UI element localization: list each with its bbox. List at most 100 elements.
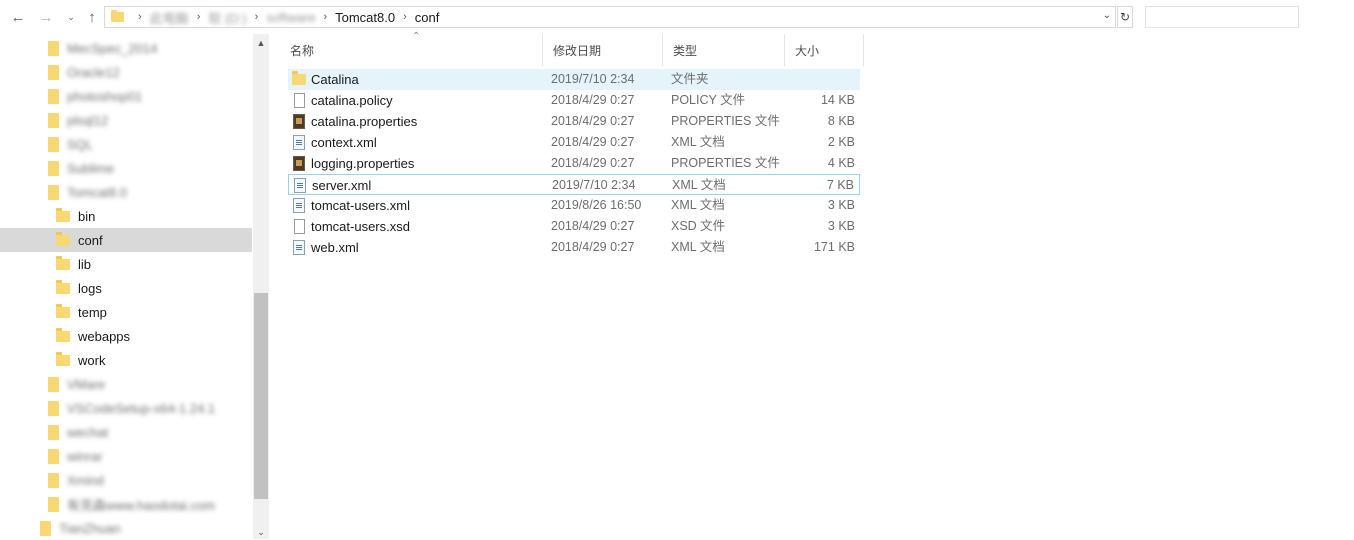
nav-item[interactable]: VMare bbox=[0, 372, 252, 396]
back-button[interactable]: ← bbox=[8, 7, 28, 27]
forward-button[interactable]: → bbox=[36, 7, 56, 27]
file-row[interactable]: tomcat-users.xsd 2018/4/29 0:27 XSD 文件 3 KB bbox=[288, 216, 860, 237]
file-type: XML 文档 bbox=[672, 178, 726, 192]
nav-item-label: Oracle12 bbox=[67, 64, 120, 80]
nav-item-label: bin bbox=[78, 208, 96, 224]
nav-item[interactable]: plsql12 bbox=[0, 108, 252, 132]
chevron-right-icon[interactable]: › bbox=[403, 11, 407, 23]
nav-scrollbar-thumb[interactable] bbox=[254, 293, 268, 499]
breadcrumb-item[interactable]: conf bbox=[415, 10, 440, 25]
sort-ascending-icon: ⌃ bbox=[412, 31, 421, 42]
column-header-name[interactable]: 名称 ⌃ bbox=[280, 31, 542, 66]
folder-icon bbox=[48, 376, 59, 392]
breadcrumb-item[interactable]: 软 (D:) bbox=[208, 8, 246, 27]
file-size: 7 KB bbox=[826, 178, 854, 192]
file-row[interactable]: logging.properties 2018/4/29 0:27 PROPERTI… bbox=[288, 153, 860, 174]
nav-item[interactable]: bin bbox=[0, 204, 252, 228]
file-row[interactable]: catalina.properties 2018/4/29 0:27 PROPERT… bbox=[288, 111, 860, 132]
up-button[interactable]: ↑ bbox=[82, 7, 102, 27]
nav-item[interactable]: work bbox=[0, 348, 252, 372]
file-row[interactable]: catalina.policy 2018/4/29 0:27 POLICY 文件 14… bbox=[288, 90, 860, 111]
nav-item-label: MecSpec_2014 bbox=[67, 40, 158, 56]
chevron-right-icon[interactable]: › bbox=[197, 11, 201, 23]
file-name: web.xml bbox=[311, 240, 359, 255]
nav-item[interactable]: logs bbox=[0, 276, 252, 300]
folder-icon bbox=[40, 520, 51, 536]
nav-item[interactable]: webapps bbox=[0, 324, 252, 348]
breadcrumb-item[interactable]: 此电脑 bbox=[150, 8, 189, 27]
nav-item-label: photoshop01 bbox=[67, 88, 143, 104]
nav-item[interactable]: Tomcat8.0 bbox=[0, 180, 252, 204]
nav-item[interactable]: temp bbox=[0, 300, 252, 324]
nav-item[interactable]: conf bbox=[0, 228, 252, 252]
file-type: XML 文档 bbox=[671, 198, 725, 212]
arrow-up-icon: ↑ bbox=[88, 8, 96, 26]
breadcrumb-item[interactable]: software bbox=[266, 10, 315, 25]
nav-item-label: SQL bbox=[67, 136, 94, 152]
xml-file-icon bbox=[293, 198, 305, 213]
folder-icon bbox=[56, 351, 70, 366]
xml-file-icon bbox=[294, 178, 306, 193]
folder-icon bbox=[48, 112, 59, 128]
file-size: 8 KB bbox=[827, 114, 855, 128]
chevron-right-icon[interactable]: › bbox=[255, 11, 259, 23]
nav-item[interactable]: TianZhuan bbox=[0, 516, 252, 540]
nav-item-label: VSCodeSetup-x64-1.24.1 bbox=[67, 400, 216, 416]
navigation-pane: MecSpec_2014 Oracle12 photoshop01 plsql12 SQ… bbox=[0, 34, 270, 539]
file-row[interactable]: web.xml 2018/4/29 0:27 XML 文档 171 KB bbox=[288, 237, 860, 258]
toolbar: ← → ⌄ ↑ › 此电脑 › 软 (D:) › software › Tomcat8.0 › c… bbox=[0, 0, 1354, 34]
file-row[interactable]: tomcat-users.xml 2019/8/26 16:50 XML 文档 3 K… bbox=[288, 195, 860, 216]
recent-locations-button[interactable]: ⌄ bbox=[61, 7, 81, 27]
nav-item-label: logs bbox=[78, 280, 102, 296]
nav-item[interactable]: VSCodeSetup-x64-1.24.1 bbox=[0, 396, 252, 420]
chevron-right-icon[interactable]: › bbox=[323, 11, 327, 23]
file-row[interactable]: server.xml 2019/7/10 2:34 XML 文档 7 KB bbox=[288, 174, 860, 195]
column-header-date[interactable]: 修改日期 bbox=[542, 34, 662, 66]
folder-icon bbox=[48, 400, 59, 416]
search-input[interactable] bbox=[1145, 6, 1299, 28]
nav-item[interactable]: photoshop01 bbox=[0, 84, 252, 108]
nav-item[interactable]: Oracle12 bbox=[0, 60, 252, 84]
file-list: 名称 ⌃ 修改日期 类型 大小 Catalina 2019/7/10 2:34 文件… bbox=[280, 31, 880, 539]
nav-item-label: work bbox=[78, 352, 106, 368]
nav-item-label: winrar bbox=[67, 448, 103, 464]
nav-item[interactable]: winrar bbox=[0, 444, 252, 468]
file-name: logging.properties bbox=[311, 156, 415, 171]
column-header-size[interactable]: 大小 bbox=[784, 34, 864, 66]
nav-item-label: VMare bbox=[67, 376, 106, 392]
folder-icon bbox=[48, 472, 59, 488]
nav-item[interactable]: 有克森www.haodotai.com bbox=[0, 492, 252, 516]
nav-item-label: conf bbox=[78, 232, 103, 248]
file-row[interactable]: context.xml 2018/4/29 0:27 XML 文档 2 KB bbox=[288, 132, 860, 153]
refresh-button[interactable]: ↻ bbox=[1117, 6, 1133, 28]
file-name: server.xml bbox=[312, 178, 372, 193]
xml-file-icon bbox=[293, 135, 305, 150]
nav-item[interactable]: MecSpec_2014 bbox=[0, 36, 252, 60]
nav-item-label: Sublime bbox=[67, 160, 114, 176]
address-bar[interactable]: › 此电脑 › 软 (D:) › software › Tomcat8.0 › conf ⌄ bbox=[104, 6, 1116, 28]
file-size: 4 KB bbox=[827, 156, 855, 170]
file-name: catalina.policy bbox=[311, 93, 393, 108]
nav-item[interactable]: lib bbox=[0, 252, 252, 276]
nav-item[interactable]: SQL bbox=[0, 132, 252, 156]
chevron-right-icon[interactable]: › bbox=[138, 11, 142, 23]
file-size: 2 KB bbox=[827, 135, 855, 149]
file-date: 2018/4/29 0:27 bbox=[551, 93, 635, 107]
scroll-up-arrow-icon[interactable]: ▲ bbox=[253, 38, 269, 52]
file-type: XSD 文件 bbox=[671, 219, 726, 233]
breadcrumb-item[interactable]: Tomcat8.0 bbox=[335, 10, 395, 25]
nav-item[interactable]: Xmind bbox=[0, 468, 252, 492]
document-icon bbox=[294, 93, 305, 108]
file-date: 2019/7/10 2:34 bbox=[552, 178, 636, 192]
scroll-down-arrow-icon[interactable]: ⌄ bbox=[253, 527, 269, 539]
nav-item[interactable]: Sublime bbox=[0, 156, 252, 180]
file-row[interactable]: Catalina 2019/7/10 2:34 文件夹 bbox=[288, 69, 860, 90]
nav-item[interactable]: wechat bbox=[0, 420, 252, 444]
folder-icon bbox=[48, 64, 59, 80]
nav-item-label: TianZhuan bbox=[59, 520, 121, 536]
nav-item-label: Tomcat8.0 bbox=[67, 184, 127, 200]
chevron-down-icon: ⌄ bbox=[67, 11, 75, 22]
column-header-type[interactable]: 类型 bbox=[662, 34, 784, 66]
document-icon bbox=[294, 219, 305, 234]
chevron-down-icon[interactable]: ⌄ bbox=[1103, 10, 1111, 21]
